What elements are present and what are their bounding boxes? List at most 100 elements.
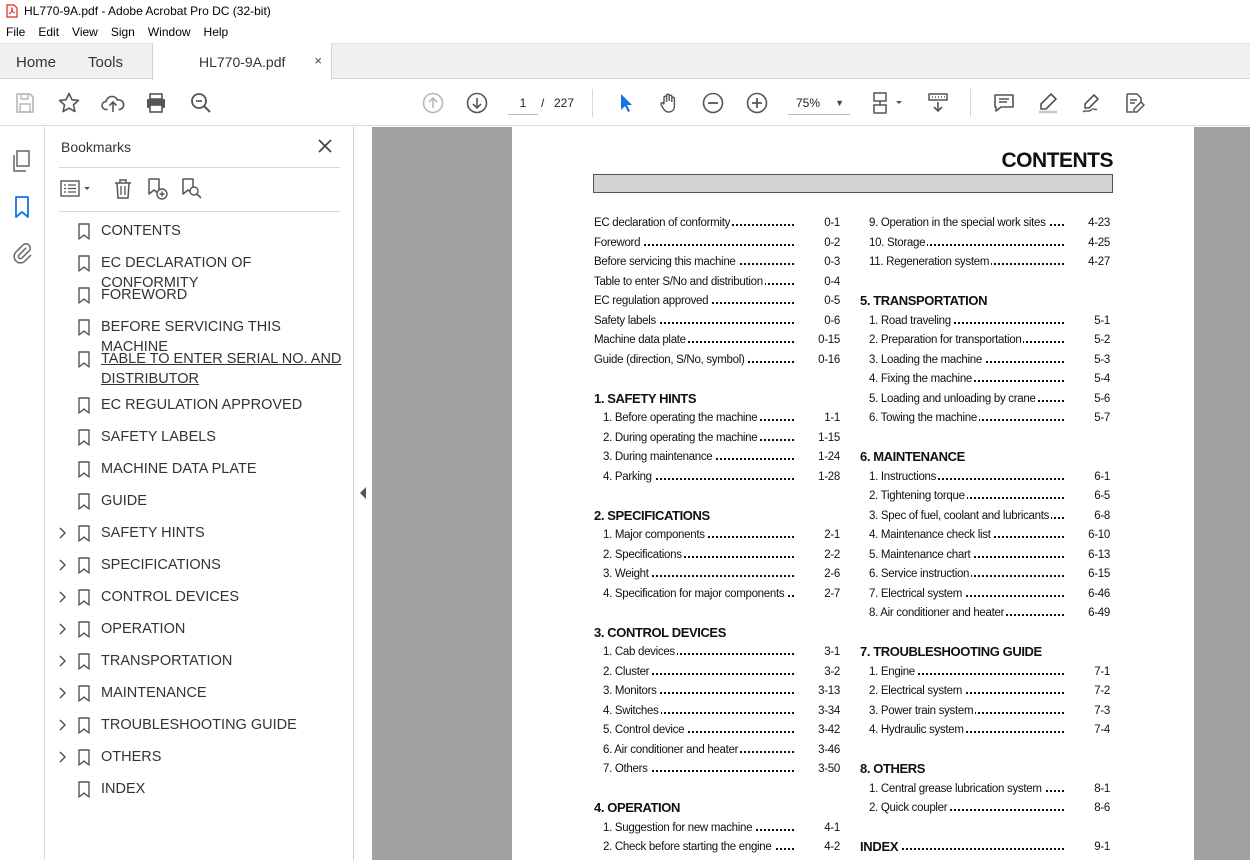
- chevron-right-icon[interactable]: [57, 587, 69, 607]
- toc-entry[interactable]: 5. Maintenance chart 6-13: [860, 548, 1110, 563]
- toc-entry[interactable]: 4. Maintenance check list 6-10: [860, 529, 1110, 543]
- toc-entry[interactable]: 4. Switches 3-34: [594, 704, 840, 719]
- bookmark-item[interactable]: OPERATION: [45, 619, 354, 641]
- toc-entry[interactable]: 1. Central grease lubrication system 8-1: [860, 782, 1110, 797]
- bookmarks-panel-icon[interactable]: [10, 195, 34, 219]
- toc-entry[interactable]: Table to enter S/No and distribution 0-4: [594, 275, 840, 290]
- menu-file[interactable]: File: [6, 25, 25, 39]
- bookmark-item[interactable]: MAINTENANCE: [45, 683, 354, 705]
- toc-entry[interactable]: 5. Loading and unloading by crane 5-6: [860, 392, 1110, 407]
- toc-entry[interactable]: 1. Major components 2-1: [594, 529, 840, 543]
- bookmark-item[interactable]: FOREWORD: [45, 285, 354, 307]
- toc-entry[interactable]: EC regulation approved 0-5: [594, 295, 840, 309]
- bookmark-item[interactable]: CONTENTS: [45, 221, 354, 243]
- toc-entry[interactable]: 6. Air conditioner and heater 3-46: [594, 743, 840, 758]
- toc-entry[interactable]: 2. Quick coupler 8-6: [860, 802, 1110, 816]
- scroll-mode-icon[interactable]: [926, 91, 950, 115]
- highlight-pen-icon[interactable]: [1036, 91, 1060, 115]
- zoom-in-icon[interactable]: [745, 91, 769, 115]
- next-page-icon[interactable]: [465, 91, 489, 115]
- chevron-right-icon[interactable]: [57, 619, 69, 639]
- chevron-right-icon[interactable]: [57, 523, 69, 543]
- bookmark-item[interactable]: TABLE TO ENTER SERIAL NO. AND DISTRIBUTO…: [45, 349, 354, 391]
- zoom-level-select[interactable]: 75% ▼: [788, 91, 850, 115]
- menu-edit[interactable]: Edit: [38, 25, 59, 39]
- toc-entry[interactable]: Guide (direction, S/No, symbol) 0-16: [594, 353, 840, 368]
- menu-window[interactable]: Window: [148, 25, 191, 39]
- bookmark-item[interactable]: TROUBLESHOOTING GUIDE: [45, 715, 354, 737]
- save-icon[interactable]: [13, 91, 37, 115]
- attachments-paperclip-icon[interactable]: [10, 241, 34, 265]
- toc-entry[interactable]: 1. Instructions 6-1: [860, 470, 1110, 485]
- toc-entry[interactable]: 8. Air conditioner and heater 6-49: [860, 607, 1110, 621]
- toc-entry[interactable]: INDEX 9-1: [860, 839, 1110, 855]
- bookmark-item[interactable]: SAFETY LABELS: [45, 427, 354, 449]
- toc-entry[interactable]: Machine data plate 0-15: [594, 334, 840, 348]
- toc-entry[interactable]: 7. Others 3-50: [594, 763, 840, 777]
- chevron-right-icon[interactable]: [57, 747, 69, 767]
- toc-entry[interactable]: 2. Check before starting the engine 4-2: [594, 841, 840, 855]
- zoom-search-icon[interactable]: [189, 91, 213, 115]
- toc-entry[interactable]: 2. Electrical system 7-2: [860, 685, 1110, 699]
- toc-entry[interactable]: 3. Loading the machine 5-3: [860, 353, 1110, 368]
- toc-entry[interactable]: EC declaration of conformity 0-1: [594, 217, 840, 231]
- toc-entry[interactable]: 2. Tightening torque 6-5: [860, 490, 1110, 504]
- hand-tool-icon[interactable]: [657, 91, 681, 115]
- toc-entry[interactable]: 9. Operation in the special work sites 4-…: [860, 217, 1110, 231]
- bookmark-item[interactable]: CONTROL DEVICES: [45, 587, 354, 609]
- toc-entry[interactable]: 3. Weight 2-6: [594, 568, 840, 582]
- toc-entry[interactable]: 3. Monitors 3-13: [594, 685, 840, 699]
- toc-entry[interactable]: 2. Preparation for transportation 5-2: [860, 334, 1110, 348]
- toc-entry[interactable]: 6. Towing the machine 5-7: [860, 412, 1110, 426]
- bookmark-item[interactable]: MACHINE DATA PLATE: [45, 459, 354, 481]
- toc-entry[interactable]: Safety labels 0-6: [594, 314, 840, 329]
- toc-entry[interactable]: 2. Cluster 3-2: [594, 665, 840, 680]
- menu-sign[interactable]: Sign: [111, 25, 135, 39]
- star-icon[interactable]: [57, 91, 81, 115]
- comment-icon[interactable]: [992, 91, 1016, 115]
- toc-entry[interactable]: Before servicing this machine 0-3: [594, 256, 840, 270]
- toc-entry[interactable]: 4. Parking 1-28: [594, 470, 840, 485]
- toc-entry[interactable]: 1. Engine 7-1: [860, 665, 1110, 680]
- bookmark-item[interactable]: OTHERS: [45, 747, 354, 769]
- chevron-right-icon[interactable]: [57, 555, 69, 575]
- toc-entry[interactable]: 2. Specifications 2-2: [594, 548, 840, 563]
- toc-entry[interactable]: 3. Power train system 7-3: [860, 704, 1110, 719]
- toc-entry[interactable]: 4. Specification for major components 2-7: [594, 587, 840, 602]
- fill-sign-icon[interactable]: [1080, 91, 1104, 115]
- bookmark-item[interactable]: SPECIFICATIONS: [45, 555, 354, 577]
- toc-entry[interactable]: 1. Suggestion for new machine 4-1: [594, 821, 840, 836]
- toc-entry[interactable]: 4. Hydraulic system 7-4: [860, 724, 1110, 738]
- select-cursor-icon[interactable]: [614, 91, 638, 115]
- bookmark-item[interactable]: INDEX: [45, 779, 354, 801]
- page-thumbnails-icon[interactable]: [10, 149, 34, 173]
- options-menu-icon[interactable]: [59, 177, 93, 201]
- tab-home[interactable]: Home: [16, 44, 56, 80]
- bookmark-item[interactable]: BEFORE SERVICING THIS MACHINE: [45, 317, 354, 355]
- new-bookmark-icon[interactable]: [145, 177, 169, 201]
- page-view-icon[interactable]: [870, 91, 906, 115]
- toc-entry[interactable]: 2. During operating the machine 1-15: [594, 431, 840, 446]
- page-number-input[interactable]: 1: [508, 91, 538, 115]
- tab-tools[interactable]: Tools: [88, 44, 123, 80]
- upload-cloud-icon[interactable]: [101, 91, 125, 115]
- menu-help[interactable]: Help: [204, 25, 229, 39]
- toc-entry[interactable]: 11. Regeneration system 4-27: [860, 256, 1110, 270]
- toc-entry[interactable]: Foreword 0-2: [594, 236, 840, 251]
- toc-entry[interactable]: 6. Service instruction 6-15: [860, 568, 1110, 582]
- toc-entry[interactable]: 3. Spec of fuel, coolant and lubricants 6…: [860, 509, 1110, 524]
- bookmark-item[interactable]: EC DECLARATION OF CONFORMITY: [45, 253, 354, 291]
- toc-entry[interactable]: 10. Storage 4-25: [860, 236, 1110, 251]
- toc-entry[interactable]: 7. Electrical system 6-46: [860, 587, 1110, 602]
- toc-entry[interactable]: 1. Before operating the machine 1-1: [594, 412, 840, 426]
- menu-view[interactable]: View: [72, 25, 98, 39]
- document-viewport[interactable]: CONTENTS EC declaration of conformity 0-1…: [372, 127, 1250, 860]
- print-icon[interactable]: [144, 91, 168, 115]
- bookmark-item[interactable]: TRANSPORTATION: [45, 651, 354, 673]
- tab-document[interactable]: HL770-9A.pdf ×: [152, 43, 332, 80]
- edit-pdf-icon[interactable]: [1123, 91, 1147, 115]
- chevron-right-icon[interactable]: [57, 715, 69, 735]
- collapse-panel-icon[interactable]: [358, 486, 368, 500]
- toc-entry[interactable]: 1. Cab devices 3-1: [594, 646, 840, 660]
- toc-entry[interactable]: 5. Control device 3-42: [594, 724, 840, 738]
